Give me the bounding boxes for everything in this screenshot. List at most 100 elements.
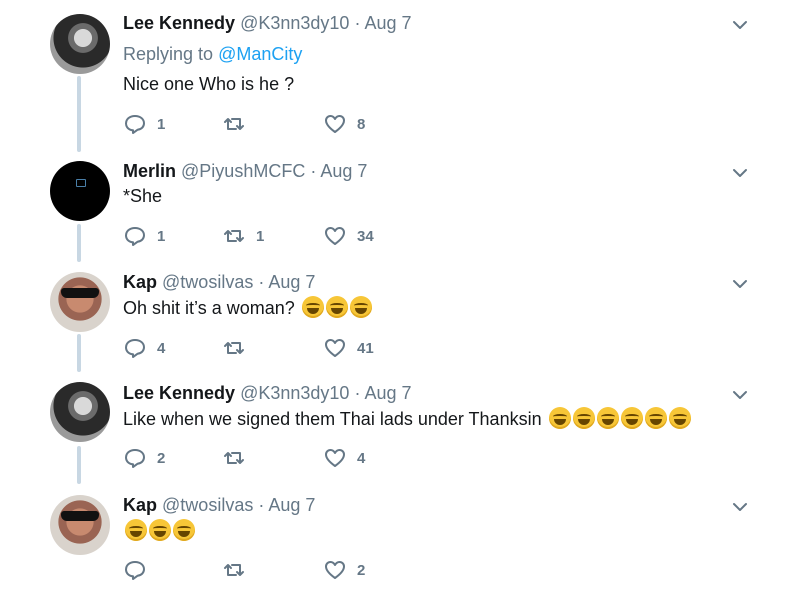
like-count: 34 bbox=[357, 227, 374, 245]
separator: · bbox=[258, 495, 265, 515]
user-name[interactable]: Kap bbox=[123, 495, 157, 515]
reply-icon bbox=[125, 339, 145, 358]
tweet-actions: 1 1 34 bbox=[123, 224, 423, 248]
tweet-text bbox=[123, 519, 195, 542]
chevron-down-icon[interactable] bbox=[731, 275, 749, 293]
separator: · bbox=[354, 383, 361, 403]
reply-button[interactable]: 4 bbox=[123, 336, 165, 360]
tweet-date[interactable]: Aug 7 bbox=[268, 495, 315, 515]
user-handle[interactable]: @K3nn3dy10 bbox=[240, 383, 349, 403]
reply-icon bbox=[125, 115, 145, 134]
avatar[interactable] bbox=[50, 14, 110, 74]
like-button[interactable]: 2 bbox=[323, 558, 365, 582]
tweet[interactable]: Kap @twosilvas · Aug 7 2 bbox=[0, 484, 800, 592]
avatar[interactable] bbox=[50, 161, 110, 221]
face-with-tears-of-joy-icon bbox=[125, 519, 147, 541]
user-handle[interactable]: @K3nn3dy10 bbox=[240, 13, 349, 33]
reply-button[interactable]: 1 bbox=[123, 112, 165, 136]
separator: · bbox=[310, 161, 317, 181]
reply-button[interactable]: 2 bbox=[123, 446, 165, 470]
replying-to: Replying to @ManCity bbox=[123, 44, 302, 65]
tweet-header: Merlin @PiyushMCFC · Aug 7 bbox=[123, 160, 367, 182]
tweet-text-content: *She bbox=[123, 186, 163, 206]
face-with-tears-of-joy-icon bbox=[149, 519, 171, 541]
tweet-header: Kap @twosilvas · Aug 7 bbox=[123, 494, 315, 516]
like-button[interactable]: 8 bbox=[323, 112, 365, 136]
like-button[interactable]: 34 bbox=[323, 224, 374, 248]
like-button[interactable]: 41 bbox=[323, 336, 374, 360]
tweet-text: Nice one Who is he ? bbox=[123, 73, 294, 95]
tweet-text: Oh shit it’s a woman? bbox=[123, 296, 372, 319]
chevron-down-icon[interactable] bbox=[731, 498, 749, 516]
like-count: 2 bbox=[357, 561, 366, 579]
retweet-icon bbox=[224, 342, 244, 354]
tweet-date[interactable]: Aug 7 bbox=[364, 13, 411, 33]
tweet-text-content: Like when we signed them Thai lads under… bbox=[123, 409, 542, 429]
tweet[interactable]: Kap @twosilvas · Aug 7 Oh shit it’s a wo… bbox=[0, 262, 800, 372]
tweet-header: Lee Kennedy @K3nn3dy10 · Aug 7 bbox=[123, 12, 412, 34]
retweet-button[interactable] bbox=[222, 446, 256, 470]
tweet-text: *She bbox=[123, 185, 162, 207]
retweet-button[interactable] bbox=[222, 558, 256, 582]
retweet-icon bbox=[224, 452, 244, 464]
retweet-button[interactable] bbox=[222, 112, 256, 136]
user-name[interactable]: Kap bbox=[123, 272, 157, 292]
face-with-tears-of-joy-icon bbox=[301, 296, 324, 318]
like-count: 8 bbox=[357, 115, 366, 133]
user-handle[interactable]: @twosilvas bbox=[162, 272, 253, 292]
separator: · bbox=[354, 13, 361, 33]
tweet-text: Like when we signed them Thai lads under… bbox=[123, 407, 691, 430]
avatar[interactable] bbox=[50, 495, 110, 555]
tweet-actions: 2 bbox=[123, 558, 423, 582]
chevron-down-icon[interactable] bbox=[731, 164, 749, 182]
tweet-date[interactable]: Aug 7 bbox=[320, 161, 367, 181]
tweet[interactable]: Lee Kennedy @K3nn3dy10 · Aug 7 Replying … bbox=[0, 0, 800, 150]
replying-to-link[interactable]: @ManCity bbox=[218, 44, 302, 64]
replying-to-label: Replying to bbox=[123, 44, 214, 64]
tweet[interactable]: Lee Kennedy @K3nn3dy10 · Aug 7 Like when… bbox=[0, 372, 800, 484]
tweet[interactable]: Merlin @PiyushMCFC · Aug 7 *She 1 1 34 bbox=[0, 150, 800, 262]
reply-count: 1 bbox=[157, 227, 166, 245]
face-with-tears-of-joy-icon bbox=[644, 407, 667, 429]
user-handle[interactable]: @twosilvas bbox=[162, 495, 253, 515]
user-name[interactable]: Merlin bbox=[123, 161, 176, 181]
reply-button[interactable]: 1 bbox=[123, 224, 165, 248]
tweet-text-content: Oh shit it’s a woman? bbox=[123, 298, 295, 318]
face-with-tears-of-joy-icon bbox=[349, 296, 372, 318]
heart-icon bbox=[325, 449, 345, 467]
face-with-tears-of-joy-icon bbox=[548, 407, 571, 429]
reply-icon bbox=[125, 227, 145, 246]
avatar[interactable] bbox=[50, 272, 110, 332]
tweet-date[interactable]: Aug 7 bbox=[364, 383, 411, 403]
retweet-icon bbox=[224, 564, 244, 576]
heart-icon bbox=[325, 561, 345, 579]
heart-icon bbox=[325, 227, 345, 245]
like-button[interactable]: 4 bbox=[323, 446, 365, 470]
like-count: 41 bbox=[357, 339, 374, 357]
tweet-actions: 1 8 bbox=[123, 112, 423, 136]
tweet-date[interactable]: Aug 7 bbox=[268, 272, 315, 292]
avatar[interactable] bbox=[50, 382, 110, 442]
chevron-down-icon[interactable] bbox=[731, 386, 749, 404]
user-handle[interactable]: @PiyushMCFC bbox=[181, 161, 305, 181]
user-name[interactable]: Lee Kennedy bbox=[123, 13, 235, 33]
retweet-button[interactable] bbox=[222, 336, 256, 360]
face-with-tears-of-joy-icon bbox=[173, 519, 195, 541]
reply-count: 4 bbox=[157, 339, 166, 357]
heart-icon bbox=[325, 339, 345, 357]
user-name[interactable]: Lee Kennedy bbox=[123, 383, 235, 403]
retweet-count: 1 bbox=[256, 227, 265, 245]
tweet-actions: 2 4 bbox=[123, 446, 423, 470]
tweet-header: Lee Kennedy @K3nn3dy10 · Aug 7 bbox=[123, 382, 412, 404]
retweet-button[interactable]: 1 bbox=[222, 224, 264, 248]
face-with-tears-of-joy-icon bbox=[325, 296, 348, 318]
reply-icon bbox=[125, 449, 145, 468]
reply-count: 1 bbox=[157, 115, 166, 133]
face-with-tears-of-joy-icon bbox=[596, 407, 619, 429]
tweet-actions: 4 41 bbox=[123, 336, 423, 360]
retweet-icon bbox=[224, 118, 244, 130]
reply-button[interactable] bbox=[123, 558, 157, 582]
face-with-tears-of-joy-icon bbox=[620, 407, 643, 429]
tweet-thread: Lee Kennedy @K3nn3dy10 · Aug 7 Replying … bbox=[0, 0, 800, 592]
chevron-down-icon[interactable] bbox=[731, 16, 749, 34]
